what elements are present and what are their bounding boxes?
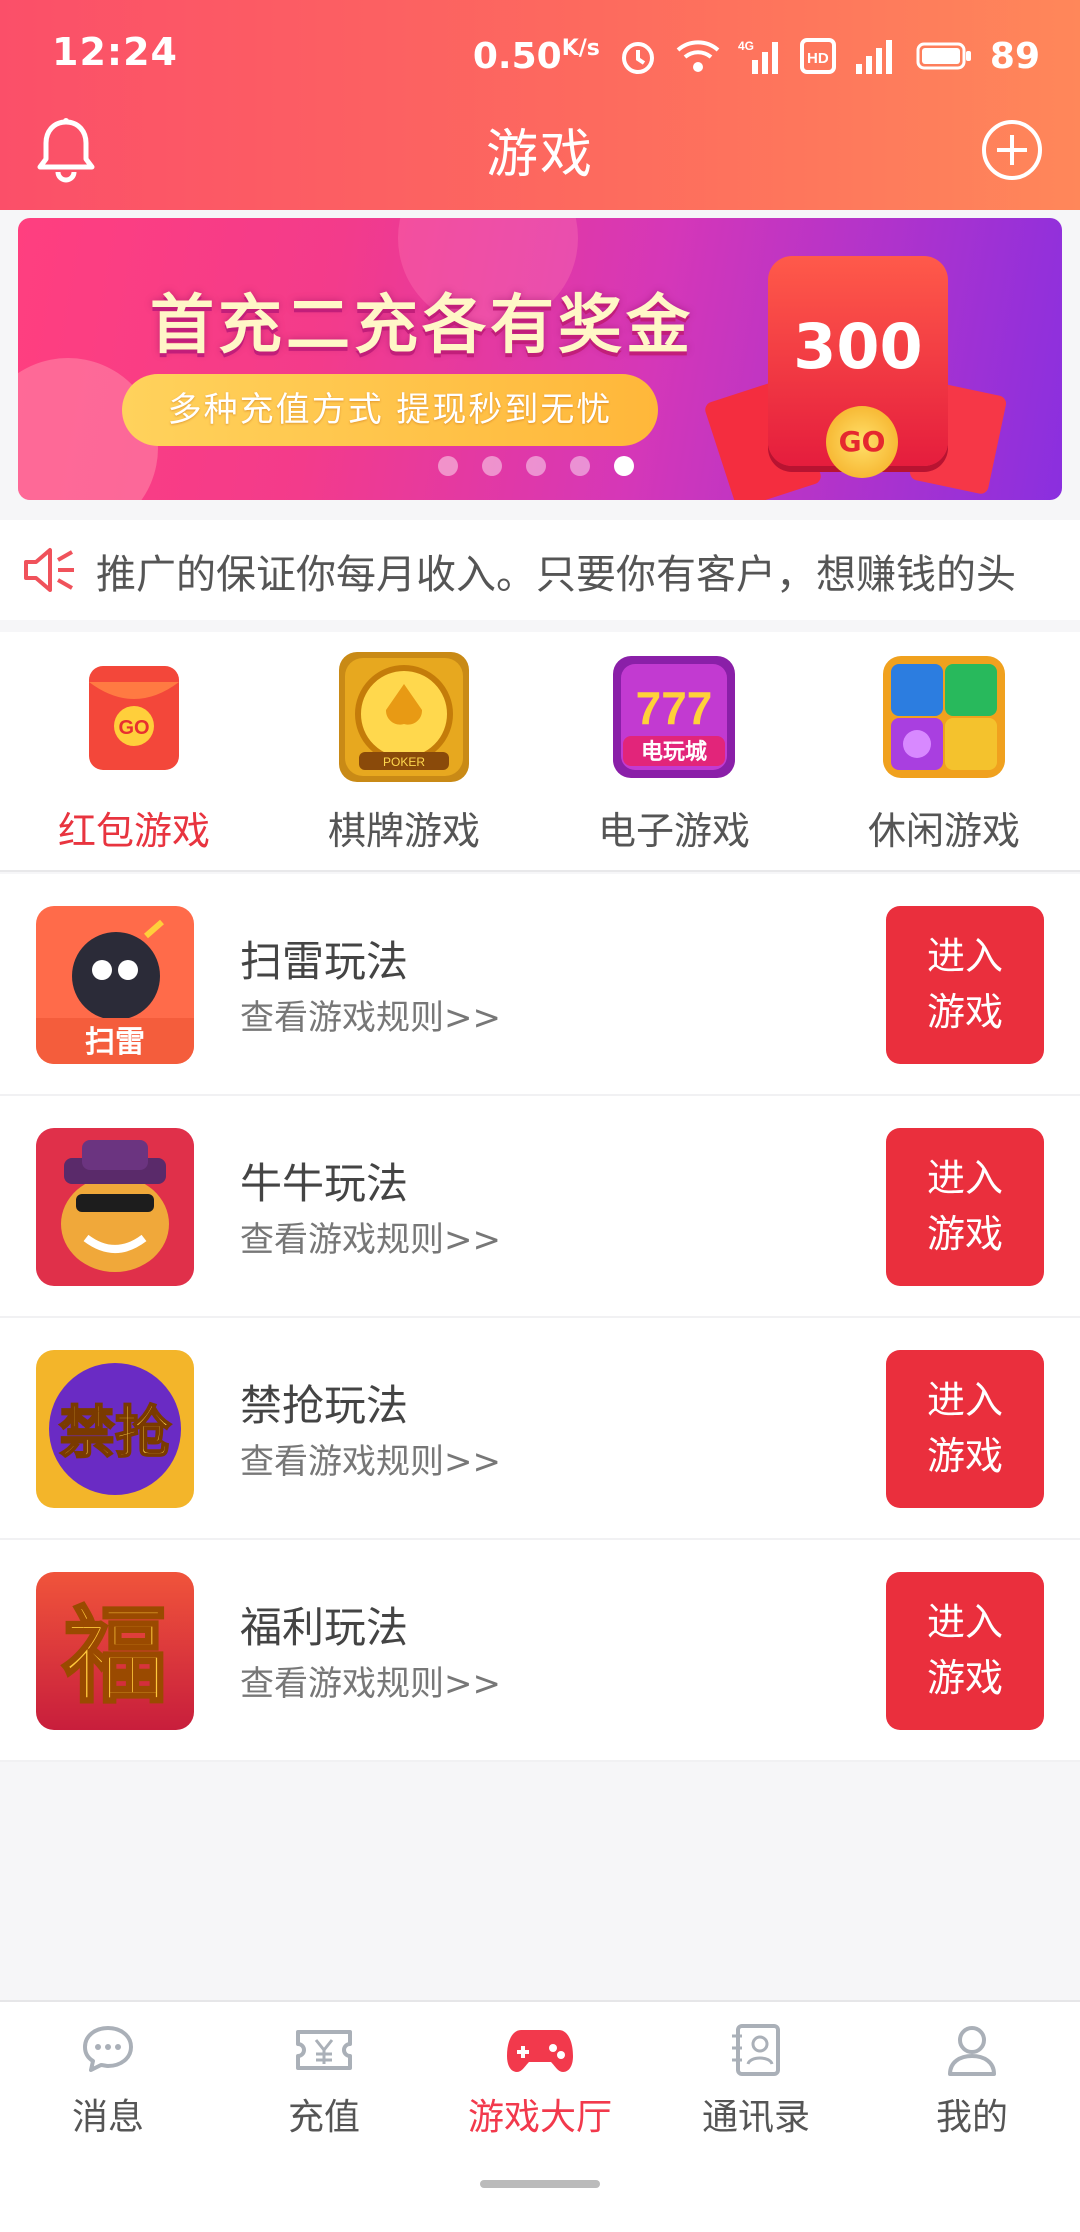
svg-text:777: 777 <box>636 682 713 734</box>
enter-game-button[interactable]: 进入 游戏 <box>886 1572 1044 1730</box>
thumb-text: 扫雷 <box>85 1025 145 1060</box>
category-poker[interactable]: POKER 棋牌游戏 <box>304 652 504 862</box>
thumb-text: 禁抢 <box>59 1401 172 1466</box>
tab-messages[interactable]: 消息 <box>8 2022 208 2140</box>
game-rules-link[interactable]: 查看游戏规则>> <box>240 1656 501 1705</box>
category-slots[interactable]: 777 电玩城 电子游戏 <box>574 652 774 862</box>
game-rules-link[interactable]: 查看游戏规则>> <box>240 1212 501 1261</box>
home-indicator[interactable] <box>480 2180 600 2188</box>
game-row-jinqiang[interactable]: 禁抢 禁抢玩法 查看游戏规则>> 进入 游戏 <box>0 1318 1080 1540</box>
game-name: 禁抢玩法 <box>240 1381 409 1430</box>
category-label: 电子游戏 <box>597 809 750 853</box>
tab-label: 充值 <box>287 2097 360 2138</box>
user-icon <box>948 2026 996 2076</box>
carousel-dot[interactable] <box>438 456 458 476</box>
contacts-icon <box>732 2024 780 2076</box>
svg-text:4G: 4G <box>738 39 754 53</box>
gem-puzzle-icon <box>879 652 1009 782</box>
game-row-minesweeper[interactable]: 扫雷 扫雷玩法 查看游戏规则>> 进入 游戏 <box>0 874 1080 1096</box>
game-row-niuniu[interactable]: 牛牛玩法 查看游戏规则>> 进入 游戏 <box>0 1096 1080 1318</box>
category-label: 红包游戏 <box>57 809 210 853</box>
game-rules-link[interactable]: 查看游戏规则>> <box>240 1434 501 1483</box>
svg-text:HD: HD <box>807 50 829 67</box>
thumb-text: 福 <box>62 1594 167 1717</box>
add-icon[interactable] <box>980 118 1044 182</box>
category-label: 休闲游戏 <box>867 809 1020 853</box>
carousel-dot[interactable] <box>526 456 546 476</box>
wifi-icon <box>676 40 720 72</box>
category-tabs: GO 红包游戏 POKER 棋牌游戏 777 电玩城 电子游戏 休闲游戏 <box>0 632 1080 872</box>
fu-game-icon: 福 <box>36 1572 194 1730</box>
enter-game-button[interactable]: 进入 游戏 <box>886 906 1044 1064</box>
slot-777-icon: 777 电玩城 <box>609 652 739 782</box>
category-icon-text: POKER <box>383 755 425 769</box>
alarm-icon <box>621 42 654 74</box>
game-list: 扫雷 扫雷玩法 查看游戏规则>> 进入 游戏 牛牛玩法 查看游戏规则>> 进入 游戏 <box>0 874 1080 1762</box>
carousel-dot[interactable] <box>482 456 502 476</box>
status-time: 12:24 <box>52 30 178 74</box>
bomb-game-icon: 扫雷 <box>36 906 194 1064</box>
carousel-indicator <box>438 456 634 476</box>
category-casual[interactable]: 休闲游戏 <box>844 652 1044 862</box>
game-name: 福利玩法 <box>240 1603 409 1652</box>
category-red-envelope[interactable]: GO 红包游戏 <box>34 652 234 862</box>
signal-icon <box>855 40 892 74</box>
hd-icon: HD <box>799 38 836 74</box>
notice-bar[interactable]: 推广的保证你每月收入。只要你有客户，想赚钱的头 <box>0 520 1080 620</box>
banner-headline: 首充二充各有奖金 <box>150 289 694 363</box>
poker-chip-icon: POKER <box>339 652 469 782</box>
category-icon-text: 电玩城 <box>641 739 707 765</box>
tab-label: 消息 <box>71 2097 144 2138</box>
tab-label: 我的 <box>935 2097 1008 2138</box>
tab-label: 游戏大厅 <box>467 2097 612 2138</box>
yen-ticket-icon <box>296 2030 352 2070</box>
status-bar: 12:24 0.50K/s 4G HD 89 <box>0 0 1080 110</box>
promo-banner[interactable]: 首充二充各有奖金 多种充值方式 提现秒到无忧 300 GO <box>18 218 1062 500</box>
signal-4g-icon: 4G <box>738 39 778 74</box>
tab-recharge[interactable]: 充值 <box>224 2022 424 2140</box>
enter-game-button[interactable]: 进入 游戏 <box>886 1350 1044 1508</box>
carousel-dot[interactable] <box>570 456 590 476</box>
game-rules-link[interactable]: 查看游戏规则>> <box>240 990 501 1039</box>
app-header: 12:24 0.50K/s 4G HD 89 游戏 <box>0 0 1080 210</box>
red-envelope-icon: GO <box>69 652 199 782</box>
banner-subtitle: 多种充值方式 提现秒到无忧 <box>122 374 658 446</box>
banner-amount: 300 <box>793 310 923 383</box>
battery-level: 89 <box>989 35 1040 77</box>
battery-icon <box>916 42 971 70</box>
page-title: 游戏 <box>485 125 594 185</box>
category-icon-text: GO <box>118 717 149 739</box>
game-row-fuli[interactable]: 福 福利玩法 查看游戏规则>> 进入 游戏 <box>0 1540 1080 1762</box>
red-packet-graphic: 300 GO <box>768 256 948 478</box>
tab-game-hall[interactable]: 游戏大厅 <box>440 2022 640 2140</box>
chat-bubble-icon <box>83 2026 133 2072</box>
gamepad-icon <box>507 2030 573 2072</box>
status-indicators: 0.50K/s 4G HD 89 <box>473 28 1040 84</box>
tab-contacts[interactable]: 通讯录 <box>656 2022 856 2140</box>
bottom-tab-bar: 消息 充值 游戏大厅 通讯录 我的 <box>0 2000 1080 2232</box>
speaker-icon <box>24 548 74 592</box>
game-name: 扫雷玩法 <box>240 937 409 986</box>
enter-game-button[interactable]: 进入 游戏 <box>886 1128 1044 1286</box>
jinqiang-game-icon: 禁抢 <box>36 1350 194 1508</box>
net-speed: 0.50K/s <box>472 35 600 77</box>
go-badge: GO <box>826 406 898 478</box>
notice-text: 推广的保证你每月收入。只要你有客户，想赚钱的头 <box>96 552 1016 598</box>
carousel-dot-active[interactable] <box>614 456 634 476</box>
tab-label: 通讯录 <box>701 2097 810 2138</box>
bull-game-icon <box>36 1128 194 1286</box>
tab-profile[interactable]: 我的 <box>872 2022 1072 2140</box>
game-name: 牛牛玩法 <box>240 1159 409 1208</box>
category-label: 棋牌游戏 <box>327 809 480 853</box>
